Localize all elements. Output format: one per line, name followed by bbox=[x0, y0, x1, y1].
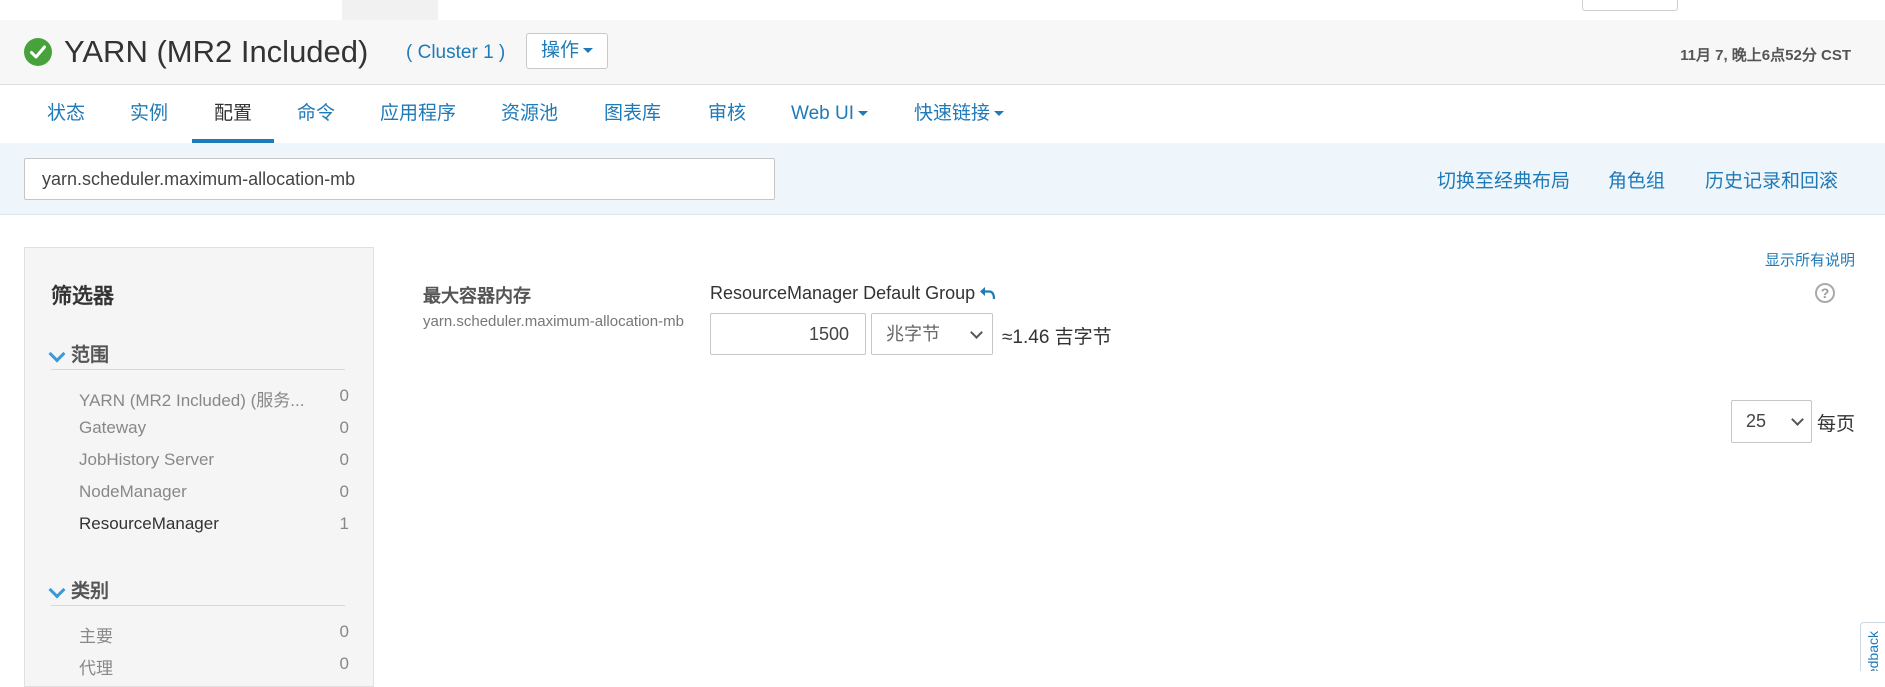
top-box-fragment bbox=[1582, 0, 1678, 11]
check-circle-icon bbox=[24, 38, 52, 66]
tab-audits[interactable]: 审核 bbox=[686, 85, 768, 143]
filter-item[interactable]: Gateway 0 bbox=[79, 418, 349, 438]
category-section-header[interactable]: 类别 bbox=[48, 576, 110, 603]
tab-web-ui[interactable]: Web UI bbox=[769, 85, 890, 143]
filter-item[interactable]: 主要 0 bbox=[79, 622, 349, 647]
filter-item-name: NodeManager bbox=[79, 482, 187, 501]
filter-item-count: 0 bbox=[339, 482, 349, 501]
history-rollback-link[interactable]: 历史记录和回滚 bbox=[1705, 166, 1838, 193]
value-input[interactable] bbox=[710, 313, 866, 355]
switch-classic-layout-link[interactable]: 切换至经典布局 bbox=[1437, 166, 1570, 193]
timestamp: 11月 7, 晚上6点52分 CST bbox=[1680, 47, 1851, 64]
filter-item[interactable]: JobHistory Server 0 bbox=[79, 450, 349, 470]
tab-applications[interactable]: 应用程序 bbox=[358, 85, 478, 143]
role-group-name: ResourceManager Default Group bbox=[710, 283, 996, 305]
filter-item-count: 0 bbox=[339, 386, 349, 405]
search-input[interactable] bbox=[24, 158, 775, 200]
per-page-label: 每页 bbox=[1817, 414, 1856, 435]
per-page-value: 25 bbox=[1746, 411, 1767, 431]
unit-select[interactable]: 兆字节 bbox=[871, 313, 993, 355]
filter-item[interactable]: ResourceManager 1 bbox=[79, 514, 349, 534]
filter-item[interactable]: 代理 0 bbox=[79, 654, 349, 679]
filter-item-name: JobHistory Server bbox=[79, 450, 215, 469]
chevron-down-icon bbox=[1791, 413, 1804, 426]
filter-item[interactable]: NodeManager 0 bbox=[79, 482, 349, 502]
filter-item-name: YARN (MR2 Included) (服务... bbox=[79, 391, 305, 410]
cluster-link[interactable]: ( Cluster 1 ) bbox=[406, 42, 505, 64]
show-all-descriptions-link[interactable]: 显示所有说明 bbox=[1765, 249, 1855, 270]
top-tab-fragment bbox=[342, 0, 438, 20]
feedback-label: Feedback bbox=[1865, 631, 1881, 671]
unit-value: 兆字节 bbox=[886, 324, 940, 344]
tab-resource-pools[interactable]: 资源池 bbox=[479, 85, 580, 143]
filter-item-name: ResourceManager bbox=[79, 514, 219, 533]
quick-links-label: 快速链接 bbox=[914, 103, 991, 124]
caret-down-icon bbox=[583, 48, 593, 54]
chevron-down-icon bbox=[48, 345, 66, 363]
browser-top-strip bbox=[0, 0, 1885, 21]
role-groups-link[interactable]: 角色组 bbox=[1608, 166, 1665, 193]
web-ui-label: Web UI bbox=[791, 103, 855, 124]
filter-item[interactable]: YARN (MR2 Included) (服务... 0 bbox=[79, 386, 349, 411]
chevron-down-icon bbox=[48, 581, 66, 599]
scope-section-header[interactable]: 范围 bbox=[48, 340, 110, 367]
tab-charts-library[interactable]: 图表库 bbox=[582, 85, 683, 143]
scope-label: 范围 bbox=[71, 345, 110, 366]
property-key: yarn.scheduler.maximum-allocation-mb bbox=[423, 313, 684, 330]
filters-title: 筛选器 bbox=[51, 285, 114, 308]
tab-quick-links[interactable]: 快速链接 bbox=[892, 85, 1026, 143]
service-title: YARN (MR2 Included) bbox=[64, 34, 369, 69]
caret-down-icon bbox=[858, 111, 869, 117]
help-icon[interactable]: ? bbox=[1815, 283, 1835, 303]
filter-item-count: 0 bbox=[339, 654, 349, 673]
revert-icon[interactable] bbox=[979, 284, 996, 305]
divider bbox=[51, 369, 345, 370]
role-group-label: ResourceManager Default Group bbox=[710, 283, 976, 303]
tab-configuration[interactable]: 配置 bbox=[192, 85, 274, 143]
actions-label: 操作 bbox=[540, 40, 579, 61]
filter-item-count: 1 bbox=[339, 514, 349, 533]
caret-down-icon bbox=[994, 111, 1005, 117]
actions-button[interactable]: 操作 bbox=[526, 33, 608, 69]
filter-item-name: 代理 bbox=[79, 659, 113, 678]
filter-item-count: 0 bbox=[339, 622, 349, 641]
tab-instances[interactable]: 实例 bbox=[108, 85, 190, 143]
filter-item-name: Gateway bbox=[79, 418, 147, 437]
per-page-select[interactable]: 25 bbox=[1731, 400, 1812, 443]
chevron-down-icon bbox=[970, 326, 983, 339]
category-label: 类别 bbox=[71, 581, 110, 602]
property-label: 最大容器内存 bbox=[423, 286, 531, 306]
tab-status[interactable]: 状态 bbox=[25, 85, 107, 143]
feedback-tab[interactable]: Feedback bbox=[1860, 622, 1885, 671]
tab-commands[interactable]: 命令 bbox=[275, 85, 357, 143]
tab-bar: 状态 实例 配置 命令 应用程序 资源池 图表库 审核 Web UI 快速链接 bbox=[0, 85, 1885, 144]
approx-value: ≈1.46 吉字节 bbox=[1002, 327, 1112, 348]
filter-item-count: 0 bbox=[339, 450, 349, 469]
filter-item-count: 0 bbox=[339, 418, 349, 437]
filters-panel: 筛选器 范围 YARN (MR2 Included) (服务... 0 Gatew… bbox=[24, 247, 374, 687]
divider bbox=[51, 605, 345, 606]
filter-item-name: 主要 bbox=[79, 627, 113, 646]
